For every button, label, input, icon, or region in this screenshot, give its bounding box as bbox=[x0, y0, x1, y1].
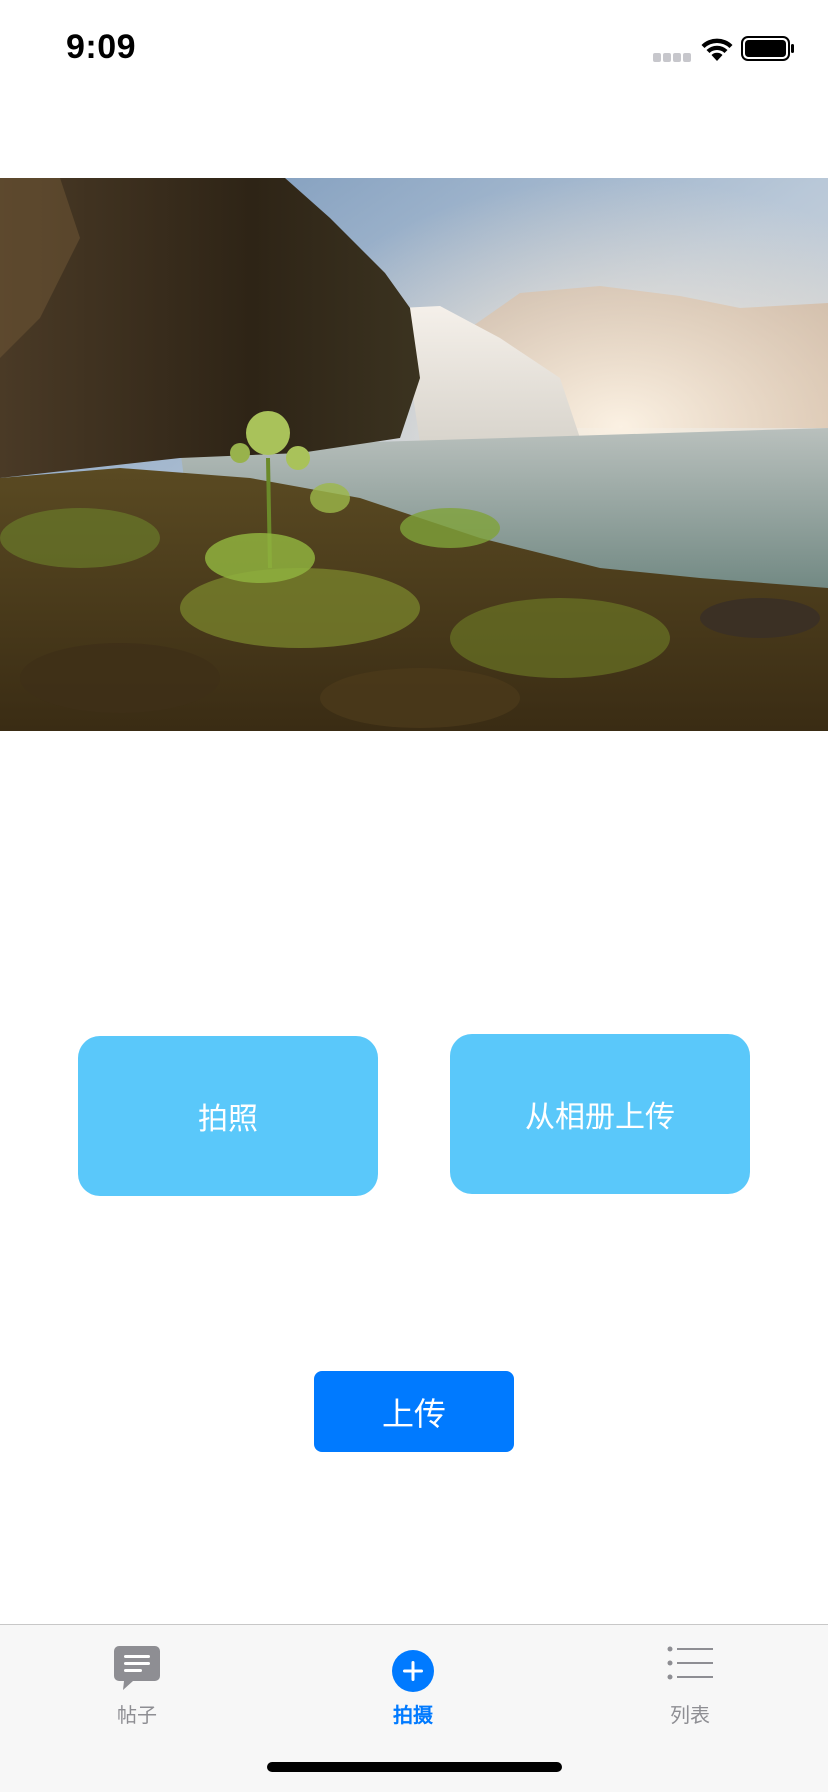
cellular-signal-icon bbox=[653, 53, 691, 62]
take-photo-label: 拍照 bbox=[198, 1102, 258, 1137]
home-indicator bbox=[267, 1762, 562, 1772]
status-time: 9:09 bbox=[66, 28, 137, 66]
battery-icon bbox=[741, 36, 794, 61]
app-screen: 9:09 拍照 从相册上传 上传 帖子 拍摄 列表 bbox=[0, 0, 828, 1792]
tab-list[interactable]: 列表 bbox=[620, 1625, 760, 1735]
wifi-icon bbox=[701, 38, 733, 61]
list-icon bbox=[665, 1645, 715, 1691]
upload-from-album-button[interactable]: 从相册上传 bbox=[450, 1034, 750, 1194]
take-photo-button[interactable]: 拍照 bbox=[78, 1036, 378, 1196]
plus-circle-icon bbox=[388, 1645, 438, 1692]
tab-posts-label: 帖子 bbox=[117, 1703, 157, 1727]
waterfall-landscape-photo bbox=[0, 178, 828, 731]
tab-posts[interactable]: 帖子 bbox=[67, 1625, 207, 1735]
tab-shoot[interactable]: 拍摄 bbox=[343, 1625, 483, 1735]
upload-label: 上传 bbox=[381, 1394, 446, 1433]
status-bar: 9:09 bbox=[0, 0, 828, 100]
chat-bubble-icon bbox=[112, 1645, 162, 1691]
tab-list-label: 列表 bbox=[670, 1703, 710, 1727]
upload-button[interactable]: 上传 bbox=[314, 1371, 514, 1452]
tab-shoot-label: 拍摄 bbox=[393, 1703, 433, 1727]
upload-from-album-label: 从相册上传 bbox=[525, 1100, 675, 1135]
